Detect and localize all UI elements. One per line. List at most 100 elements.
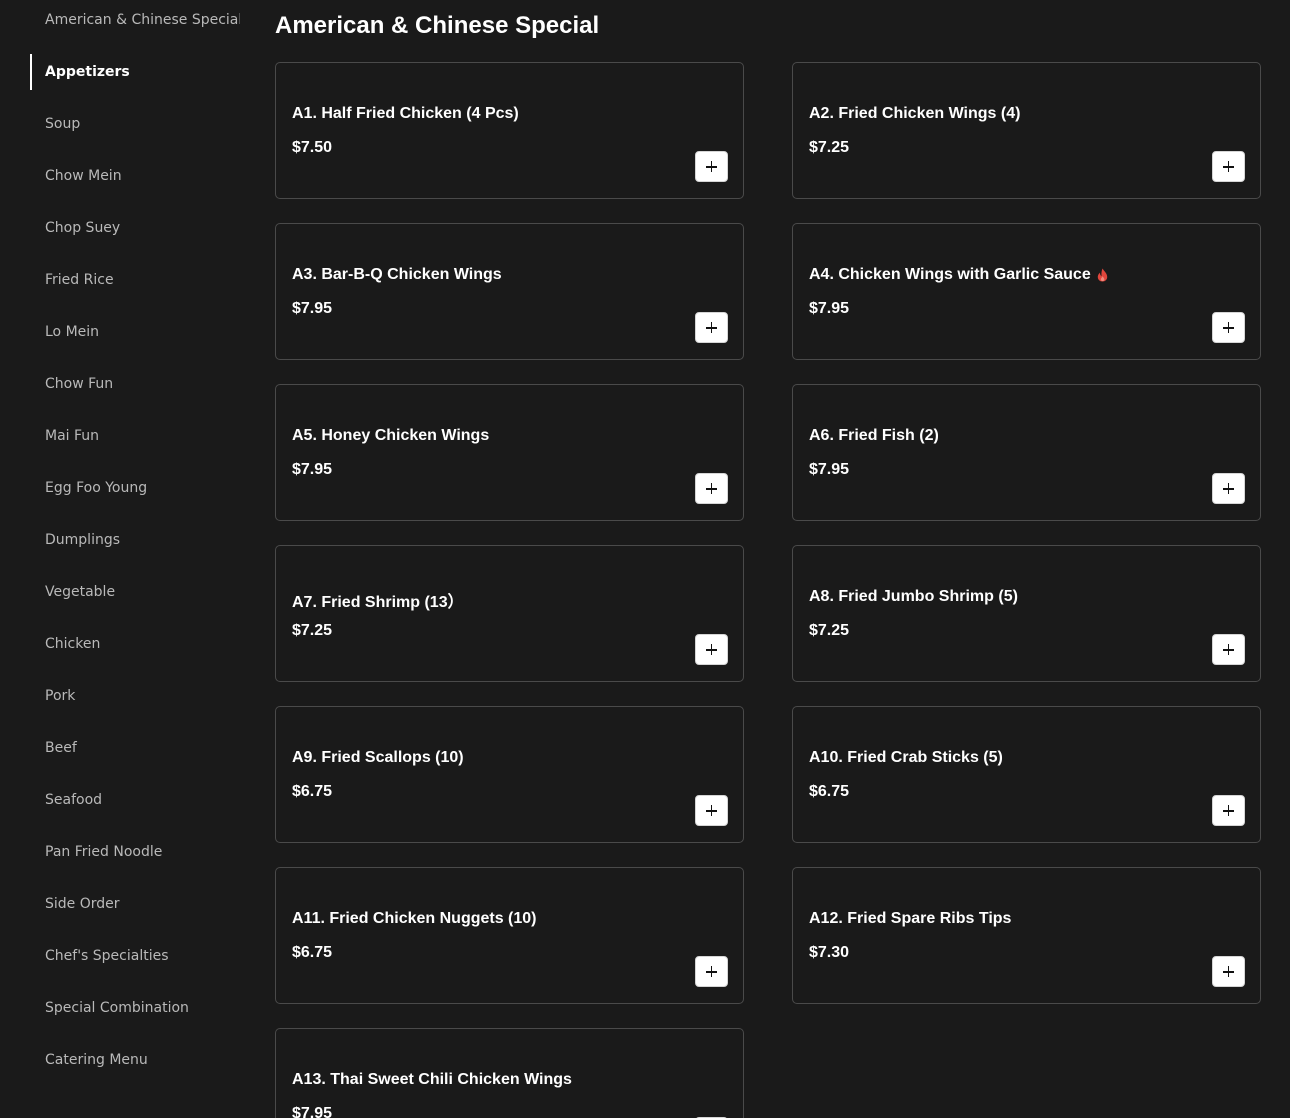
add-to-cart-button[interactable] <box>1212 956 1245 987</box>
menu-item-card[interactable]: A3. Bar-B-Q Chicken Wings $7.95 <box>275 223 744 360</box>
item-name-row: A6. Fried Fish (2) <box>809 427 1240 445</box>
item-name-row: A8. Fried Jumbo Shrimp (5) <box>809 588 1240 606</box>
item-price: $6.75 <box>292 783 333 800</box>
menu-item-card[interactable]: A9. Fried Scallops (10) $6.75 <box>275 706 744 843</box>
add-to-cart-button[interactable] <box>695 473 728 504</box>
item-name-row: A7. Fried Shrimp (13） <box>292 588 723 612</box>
menu-item-card[interactable]: A7. Fried Shrimp (13） $7.25 <box>275 545 744 682</box>
add-to-cart-button[interactable] <box>695 956 728 987</box>
item-name: A2. Fried Chicken Wings (4) <box>809 105 1021 122</box>
sidebar-item-lo-mein[interactable]: Lo Mein <box>30 314 240 350</box>
item-name-row: A12. Fried Spare Ribs Tips <box>809 910 1240 928</box>
menu-item-card[interactable]: A2. Fried Chicken Wings (4) $7.25 <box>792 62 1261 199</box>
item-name: A11. Fried Chicken Nuggets (10) <box>292 910 537 927</box>
item-price: $7.95 <box>292 300 333 317</box>
item-name: A12. Fried Spare Ribs Tips <box>809 910 1012 927</box>
menu-item-card[interactable]: A5. Honey Chicken Wings $7.95 <box>275 384 744 521</box>
add-to-cart-button[interactable] <box>1212 634 1245 665</box>
sidebar-item-side-order[interactable]: Side Order <box>30 886 240 922</box>
item-name: A3. Bar-B-Q Chicken Wings <box>292 266 502 283</box>
item-price: $6.75 <box>292 944 333 961</box>
sidebar-item-chefs-specialties[interactable]: Chef's Specialties <box>30 938 240 974</box>
add-to-cart-button[interactable] <box>1212 795 1245 826</box>
menu-item-card[interactable]: A10. Fried Crab Sticks (5) $6.75 <box>792 706 1261 843</box>
item-name: A5. Honey Chicken Wings <box>292 427 490 444</box>
item-price: $6.75 <box>809 783 850 800</box>
plus-icon <box>706 161 717 172</box>
plus-icon <box>1223 161 1234 172</box>
item-name: A13. Thai Sweet Chili Chicken Wings <box>292 1071 572 1088</box>
item-name-row: A1. Half Fried Chicken (4 Pcs) <box>292 105 723 123</box>
sidebar-item-mai-fun[interactable]: Mai Fun <box>30 418 240 454</box>
item-price: $7.95 <box>292 1105 333 1118</box>
item-price: $7.50 <box>292 139 333 156</box>
item-name: A1. Half Fried Chicken (4 Pcs) <box>292 105 519 122</box>
plus-icon <box>706 644 717 655</box>
plus-icon <box>1223 805 1234 816</box>
item-name: A10. Fried Crab Sticks (5) <box>809 749 1003 766</box>
item-price: $7.25 <box>809 139 850 156</box>
plus-icon <box>1223 483 1234 494</box>
menu-item-card[interactable]: A12. Fried Spare Ribs Tips $7.30 <box>792 867 1261 1004</box>
category-sidebar: American & Chinese Special Appetizers So… <box>0 0 245 1118</box>
menu-item-card[interactable]: A1. Half Fried Chicken (4 Pcs) $7.50 <box>275 62 744 199</box>
add-to-cart-button[interactable] <box>695 795 728 826</box>
sidebar-item-appetizers[interactable]: Appetizers <box>30 54 240 90</box>
add-to-cart-button[interactable] <box>695 151 728 182</box>
sidebar-item-beef[interactable]: Beef <box>30 730 240 766</box>
sidebar-item-chow-fun[interactable]: Chow Fun <box>30 366 240 402</box>
sidebar-item-chop-suey[interactable]: Chop Suey <box>30 210 240 246</box>
sidebar-item-fried-rice[interactable]: Fried Rice <box>30 262 240 298</box>
item-name-row: A9. Fried Scallops (10) <box>292 749 723 767</box>
sidebar-item-vegetable[interactable]: Vegetable <box>30 574 240 610</box>
sidebar-item-pan-fried-noodle[interactable]: Pan Fried Noodle <box>30 834 240 870</box>
menu-item-card[interactable]: A6. Fried Fish (2) $7.95 <box>792 384 1261 521</box>
plus-icon <box>1223 322 1234 333</box>
sidebar-item-dumplings[interactable]: Dumplings <box>30 522 240 558</box>
item-name-row: A3. Bar-B-Q Chicken Wings <box>292 266 723 284</box>
menu-item-card[interactable]: A4. Chicken Wings with Garlic Sauce $7.9… <box>792 223 1261 360</box>
item-price: $7.25 <box>292 622 333 639</box>
sidebar-item-egg-foo-young[interactable]: Egg Foo Young <box>30 470 240 506</box>
menu-page: American & Chinese Special Appetizers So… <box>0 0 1290 1118</box>
item-name-row: A11. Fried Chicken Nuggets (10) <box>292 910 723 928</box>
menu-item-card[interactable]: A8. Fried Jumbo Shrimp (5) $7.25 <box>792 545 1261 682</box>
menu-item-card[interactable]: A13. Thai Sweet Chili Chicken Wings $7.9… <box>275 1028 744 1118</box>
item-name-row: A2. Fried Chicken Wings (4) <box>809 105 1240 123</box>
sidebar-item-pork[interactable]: Pork <box>30 678 240 714</box>
plus-icon <box>706 322 717 333</box>
sidebar-item-chicken[interactable]: Chicken <box>30 626 240 662</box>
add-to-cart-button[interactable] <box>1212 312 1245 343</box>
plus-icon <box>1223 966 1234 977</box>
item-name: A9. Fried Scallops (10) <box>292 749 464 766</box>
menu-item-card[interactable]: A11. Fried Chicken Nuggets (10) $6.75 <box>275 867 744 1004</box>
item-price: $7.95 <box>292 461 333 478</box>
item-name-row: A4. Chicken Wings with Garlic Sauce <box>809 266 1240 284</box>
item-name: A7. Fried Shrimp (13） <box>292 594 464 611</box>
item-price: $7.95 <box>809 461 850 478</box>
item-name: A8. Fried Jumbo Shrimp (5) <box>809 588 1018 605</box>
sidebar-item-seafood[interactable]: Seafood <box>30 782 240 818</box>
sidebar-item-chow-mein[interactable]: Chow Mein <box>30 158 240 194</box>
item-name: A4. Chicken Wings with Garlic Sauce <box>809 266 1091 283</box>
plus-icon <box>706 966 717 977</box>
item-price: $7.95 <box>809 300 850 317</box>
plus-icon <box>706 805 717 816</box>
sidebar-item-soup[interactable]: Soup <box>30 106 240 142</box>
item-name: A6. Fried Fish (2) <box>809 427 939 444</box>
sidebar-item-american-chinese-special[interactable]: American & Chinese Special <box>30 2 240 38</box>
add-to-cart-button[interactable] <box>1212 151 1245 182</box>
add-to-cart-button[interactable] <box>695 312 728 343</box>
sidebar-item-catering-menu[interactable]: Catering Menu <box>30 1042 240 1078</box>
item-name-row: A13. Thai Sweet Chili Chicken Wings <box>292 1071 723 1089</box>
item-price: $7.30 <box>809 944 850 961</box>
item-name-row: A10. Fried Crab Sticks (5) <box>809 749 1240 767</box>
item-name-row: A5. Honey Chicken Wings <box>292 427 723 445</box>
sidebar-item-special-combination[interactable]: Special Combination <box>30 990 240 1026</box>
add-to-cart-button[interactable] <box>1212 473 1245 504</box>
page-title: American & Chinese Special <box>275 12 600 39</box>
plus-icon <box>706 483 717 494</box>
add-to-cart-button[interactable] <box>695 634 728 665</box>
spicy-icon <box>1097 268 1107 282</box>
plus-icon <box>1223 644 1234 655</box>
